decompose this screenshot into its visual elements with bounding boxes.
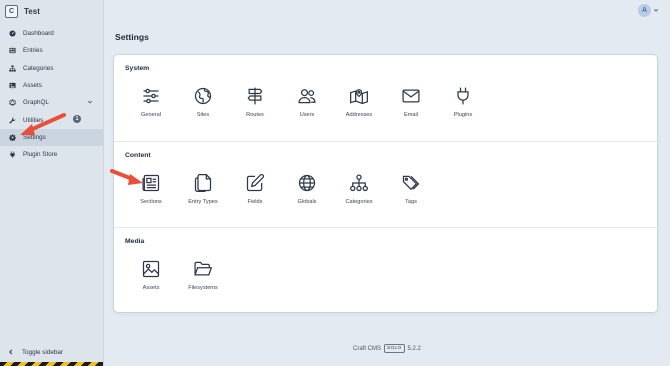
- product-name: Craft CMS: [353, 345, 382, 352]
- tile-label: Fields: [247, 199, 263, 205]
- media-section: Media Assets Filesystems: [114, 227, 657, 312]
- envelope-icon: [400, 85, 422, 107]
- settings-tile-users[interactable]: Users: [281, 85, 333, 118]
- tile-label: General: [141, 112, 161, 118]
- page-title: Settings: [115, 32, 149, 42]
- tile-label: Routes: [246, 112, 264, 118]
- tile-label: Categories: [345, 199, 373, 205]
- settings-tile-entry-types[interactable]: Entry Types: [177, 172, 229, 205]
- toggle-sidebar-label: Toggle sidebar: [22, 348, 63, 356]
- gauge-icon: [8, 29, 17, 38]
- section-title: Media: [125, 238, 145, 245]
- avatar[interactable]: A: [638, 4, 651, 17]
- main-nav: Dashboard Entries Categories Assets Grap…: [0, 25, 103, 163]
- chevron-down-icon[interactable]: [87, 99, 93, 105]
- tile-label: Addresses: [345, 112, 373, 118]
- tile-label: Users: [299, 112, 315, 118]
- image-icon: [140, 258, 162, 280]
- gear-icon: [8, 133, 17, 142]
- sidebar-item-label: Dashboard: [23, 30, 54, 38]
- settings-tile-addresses[interactable]: Addresses: [333, 85, 385, 118]
- chevron-down-icon[interactable]: [653, 8, 659, 13]
- sidebar-item-label: Utilities: [23, 116, 44, 124]
- image-icon: [8, 81, 17, 90]
- sidebar-item-categories[interactable]: Categories: [0, 60, 103, 77]
- sidebar-item-label: Settings: [23, 133, 46, 141]
- dev-mode-stripe: [0, 362, 103, 366]
- sidebar-item-utilities[interactable]: Utilities 1: [0, 111, 103, 128]
- plug-icon: [8, 150, 17, 159]
- sidebar-item-dashboard[interactable]: Dashboard: [0, 25, 103, 42]
- sitemap-icon: [8, 64, 17, 73]
- newspaper-icon: [8, 46, 17, 55]
- content-section: Content Sections Entry Types Fields Glob…: [114, 141, 657, 227]
- settings-tile-general[interactable]: General: [125, 85, 177, 118]
- version-number: 5.2.2: [407, 345, 421, 352]
- toggle-sidebar-button[interactable]: Toggle sidebar: [0, 344, 103, 360]
- tags-icon: [400, 172, 422, 194]
- newspaper-icon: [140, 172, 162, 194]
- footer: Craft CMS SOLO 5.2.2: [353, 344, 421, 353]
- sidebar-item-graphql[interactable]: GraphQL: [0, 94, 103, 111]
- plug-icon: [452, 85, 474, 107]
- tile-label: Filesystems: [188, 285, 218, 291]
- sidebar-item-plugin-store[interactable]: Plugin Store: [0, 146, 103, 163]
- pen-square-icon: [244, 172, 266, 194]
- settings-tile-fields[interactable]: Fields: [229, 172, 281, 205]
- sidebar-item-label: Assets: [23, 82, 42, 90]
- settings-tile-globals[interactable]: Globals: [281, 172, 333, 205]
- tile-label: Assets: [142, 285, 160, 291]
- sidebar-item-settings[interactable]: Settings: [0, 128, 103, 147]
- graphql-icon: [8, 98, 17, 107]
- sidebar-item-label: Entries: [23, 47, 43, 55]
- edition-badge: SOLO: [384, 344, 405, 353]
- wrench-icon: [8, 116, 17, 125]
- tile-label: Globals: [297, 199, 317, 205]
- map-icon: [348, 85, 370, 107]
- section-title: Content: [125, 152, 151, 159]
- section-title: System: [125, 65, 150, 72]
- users-icon: [296, 85, 318, 107]
- site-header[interactable]: C Test: [0, 0, 103, 22]
- sidebar-item-label: Plugin Store: [23, 151, 58, 159]
- settings-tile-email[interactable]: Email: [385, 85, 437, 118]
- chevron-left-icon: [9, 349, 13, 355]
- tile-label: Tags: [405, 199, 417, 205]
- files-icon: [192, 172, 214, 194]
- settings-tile-sections[interactable]: Sections: [125, 172, 177, 205]
- sliders-icon: [140, 85, 162, 107]
- site-name: Test: [24, 6, 40, 16]
- utilities-count-badge: 1: [73, 115, 81, 124]
- signpost-icon: [244, 85, 266, 107]
- sidebar-item-entries[interactable]: Entries: [0, 42, 103, 59]
- settings-tile-assets[interactable]: Assets: [125, 258, 177, 291]
- content-grid: Sections Entry Types Fields Globals Cate…: [125, 172, 437, 205]
- folder-open-icon: [192, 258, 214, 280]
- sidebar-item-assets[interactable]: Assets: [0, 77, 103, 94]
- settings-tile-tags[interactable]: Tags: [385, 172, 437, 205]
- tile-label: Plugins: [453, 112, 473, 118]
- sidebar-item-label: GraphQL: [23, 99, 49, 107]
- tile-label: Entry Types: [188, 199, 218, 205]
- sidebar: C Test Dashboard Entries Categories Asse…: [0, 0, 104, 366]
- settings-card: System General Sites Routes Users Addres…: [114, 55, 657, 312]
- sitemap-icon: [348, 172, 370, 194]
- settings-tile-plugins[interactable]: Plugins: [437, 85, 489, 118]
- site-initial-badge: C: [5, 4, 18, 18]
- globe-icon: [296, 172, 318, 194]
- system-section: System General Sites Routes Users Addres…: [114, 55, 657, 140]
- settings-tile-categories[interactable]: Categories: [333, 172, 385, 205]
- tile-label: Sites: [196, 112, 210, 118]
- tile-label: Sections: [140, 199, 162, 205]
- settings-tile-filesystems[interactable]: Filesystems: [177, 258, 229, 291]
- settings-tile-sites[interactable]: Sites: [177, 85, 229, 118]
- tile-label: Email: [404, 112, 418, 118]
- settings-tile-routes[interactable]: Routes: [229, 85, 281, 118]
- system-grid: General Sites Routes Users Addresses Ema…: [125, 85, 489, 118]
- media-grid: Assets Filesystems: [125, 258, 229, 291]
- globe-icon: [192, 85, 214, 107]
- sidebar-item-label: Categories: [23, 64, 54, 72]
